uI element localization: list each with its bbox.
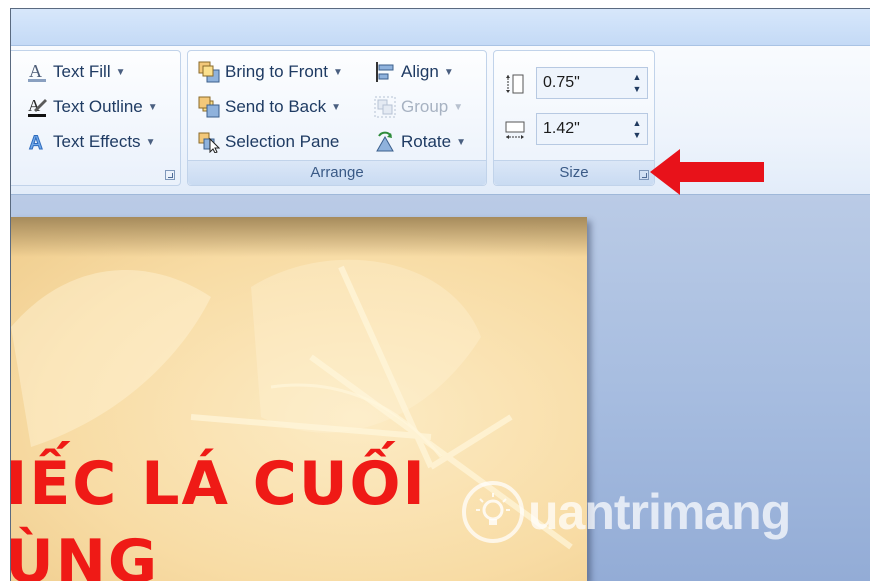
align-button[interactable]: Align ▼ bbox=[374, 59, 454, 85]
selection-pane-icon bbox=[198, 131, 221, 154]
send-to-back-button[interactable]: Send to Back ▼ bbox=[198, 94, 341, 120]
watermark: uantrimang bbox=[462, 478, 862, 546]
text-outline-dropdown-icon: ▼ bbox=[147, 101, 158, 113]
bring-to-front-icon bbox=[198, 61, 220, 83]
text-fill-label: Text Fill bbox=[53, 62, 111, 81]
svg-text:A: A bbox=[29, 133, 43, 153]
bring-to-front-dropdown-icon: ▼ bbox=[333, 66, 343, 78]
text-effects-label: Text Effects bbox=[53, 132, 141, 151]
text-effects-dropdown-icon: ▼ bbox=[145, 136, 156, 148]
title-bar bbox=[11, 9, 870, 46]
shape-height-icon bbox=[504, 73, 526, 95]
lightbulb-logo-icon bbox=[462, 481, 524, 543]
text-effects-button[interactable]: A Text Effects ▼ bbox=[26, 129, 156, 155]
text-outline-button[interactable]: A Text Outline ▼ bbox=[26, 94, 158, 120]
send-to-back-icon bbox=[198, 96, 220, 118]
shape-width-icon bbox=[504, 119, 526, 141]
align-icon bbox=[374, 61, 396, 83]
slide-title-line-1: IẾC LÁ CUỐI bbox=[11, 449, 427, 519]
width-spin-down-icon[interactable]: ▼ bbox=[633, 129, 642, 141]
shape-height-input[interactable] bbox=[537, 73, 615, 93]
align-label: Align bbox=[401, 62, 439, 81]
group-icon bbox=[374, 96, 396, 118]
align-dropdown-icon: ▼ bbox=[443, 66, 454, 78]
rotate-label: Rotate bbox=[401, 132, 452, 151]
shape-width-spinner[interactable]: ▲▼ bbox=[536, 113, 648, 145]
rotate-button[interactable]: Rotate ▼ bbox=[374, 129, 466, 155]
selection-pane-button[interactable]: Selection Pane bbox=[198, 129, 339, 155]
rotate-icon bbox=[374, 131, 396, 153]
shape-height-spinner[interactable]: ▲▼ bbox=[536, 67, 648, 99]
send-to-back-label: Send to Back bbox=[225, 97, 327, 116]
group-dropdown-icon: ▼ bbox=[453, 101, 464, 113]
rotate-dropdown-icon: ▼ bbox=[456, 136, 466, 148]
selection-pane-label: Selection Pane bbox=[225, 132, 340, 151]
text-fill-dropdown-icon: ▼ bbox=[115, 66, 126, 78]
shape-width-input[interactable] bbox=[537, 119, 615, 139]
annotation-arrow-icon bbox=[650, 149, 764, 195]
height-spin-up-icon[interactable]: ▲ bbox=[633, 71, 642, 83]
text-outline-label: Text Outline bbox=[53, 97, 143, 116]
bring-to-front-button[interactable]: Bring to Front ▼ bbox=[198, 59, 343, 85]
wordart-dialog-launcher-icon[interactable] bbox=[165, 170, 175, 180]
svg-text:A: A bbox=[29, 61, 42, 81]
text-outline-icon: A bbox=[26, 96, 48, 118]
slide-title-line-2: ÙNG bbox=[11, 527, 160, 581]
watermark-text: uantrimang bbox=[528, 484, 791, 540]
group-label: Group bbox=[401, 97, 449, 116]
bring-to-front-label: Bring to Front bbox=[225, 62, 328, 81]
arrange-group: Bring to Front ▼ Send to Back ▼ Selectio… bbox=[187, 50, 487, 186]
width-spin-up-icon[interactable]: ▲ bbox=[633, 117, 642, 129]
arrange-group-label: Arrange bbox=[188, 160, 486, 185]
group-button[interactable]: Group ▼ bbox=[374, 94, 463, 120]
slide-title-text[interactable]: IẾC LÁ CUỐI ÙNG bbox=[11, 445, 427, 581]
text-fill-button[interactable]: A Text Fill ▼ bbox=[26, 59, 126, 85]
text-fill-icon: A bbox=[26, 61, 48, 83]
size-group-label: Size bbox=[494, 160, 654, 185]
height-spin-down-icon[interactable]: ▼ bbox=[633, 83, 642, 95]
wordart-styles-group: A Text Fill ▼ A Text Outline ▼ A Text Ef… bbox=[11, 50, 181, 186]
size-group: ▲▼ ▲▼ Size bbox=[493, 50, 655, 186]
text-effects-icon: A bbox=[26, 131, 48, 155]
send-to-back-dropdown-icon: ▼ bbox=[331, 101, 342, 113]
